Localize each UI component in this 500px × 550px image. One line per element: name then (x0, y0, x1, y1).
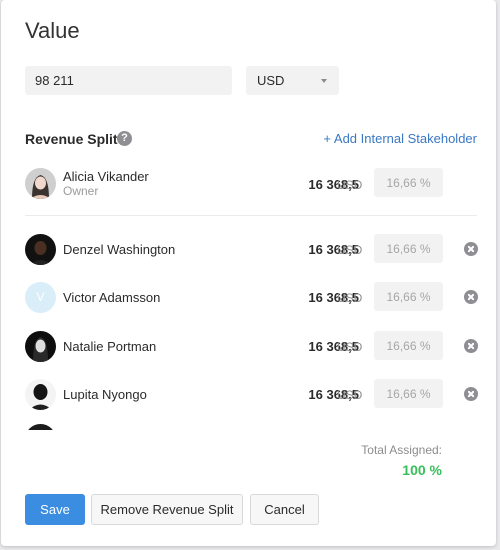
save-button[interactable]: Save (25, 494, 85, 525)
revenue-split-dialog: Value USD Revenue Split ? + Add Internal… (1, 0, 496, 546)
stakeholder-percent-input[interactable]: 16,66 % (374, 168, 443, 197)
help-icon[interactable]: ? (117, 131, 132, 146)
stakeholder-name: Alicia Vikander (63, 169, 149, 184)
stakeholder-percent-input[interactable]: 16,66 % (374, 331, 443, 360)
stakeholder-name: Victor Adamsson (63, 290, 161, 305)
remove-icon[interactable] (464, 339, 478, 353)
stakeholder-name: Natalie Portman (63, 339, 157, 354)
stakeholder-row: Lupita Nyongo 16 368,5 USD 16,66 % (25, 379, 482, 413)
chevron-down-icon (321, 79, 327, 83)
divider (25, 215, 477, 216)
add-stakeholder-link[interactable]: + Add Internal Stakeholder (323, 131, 477, 146)
stakeholder-row: Natalie Portman 16 368,5 USD 16,66 % (25, 331, 482, 365)
stakeholder-percent: 16,66 % (386, 289, 431, 304)
stakeholder-currency: USD (337, 340, 363, 354)
stakeholder-currency: USD (337, 243, 363, 257)
currency-select-label: USD (257, 73, 285, 88)
avatar: V (25, 282, 56, 313)
stakeholder-row-owner: Alicia Vikander Owner 16 368,5 USD 16,66… (25, 168, 482, 202)
stakeholder-row: V Victor Adamsson 16 368,5 USD 16,66 % (25, 282, 482, 316)
stakeholder-currency: USD (337, 178, 363, 192)
currency-select[interactable]: USD (246, 66, 339, 95)
avatar (25, 168, 56, 199)
avatar (25, 379, 56, 410)
stakeholder-name: Denzel Washington (63, 242, 176, 257)
stakeholder-currency: USD (337, 388, 363, 402)
remove-icon[interactable] (464, 242, 478, 256)
stakeholder-percent: 16,66 % (386, 338, 431, 353)
stakeholder-percent: 16,66 % (386, 241, 431, 256)
stakeholder-currency: USD (337, 291, 363, 305)
stakeholder-percent-input[interactable]: 16,66 % (374, 379, 443, 408)
stakeholder-role: Owner (63, 184, 99, 198)
value-input[interactable] (25, 66, 232, 95)
cancel-button[interactable]: Cancel (250, 494, 319, 525)
stakeholder-percent: 16,66 % (386, 175, 431, 190)
stakeholder-row: Denzel Washington 16 368,5 USD 16,66 % (25, 234, 482, 268)
stakeholder-percent-input[interactable]: 16,66 % (374, 234, 443, 263)
stakeholder-name: Lupita Nyongo (63, 387, 147, 402)
stakeholder-percent-input[interactable]: 16,66 % (374, 282, 443, 311)
stakeholder-percent: 16,66 % (386, 386, 431, 401)
section-title: Revenue Split (25, 131, 118, 147)
remove-icon[interactable] (464, 387, 478, 401)
dialog-title: Value (25, 18, 80, 43)
avatar (25, 234, 56, 265)
avatar (25, 424, 56, 430)
remove-revenue-split-button[interactable]: Remove Revenue Split (91, 494, 243, 525)
total-assigned-value: 100 % (402, 462, 442, 478)
remove-icon[interactable] (464, 290, 478, 304)
avatar (25, 331, 56, 362)
total-assigned-label: Total Assigned: (361, 443, 442, 457)
